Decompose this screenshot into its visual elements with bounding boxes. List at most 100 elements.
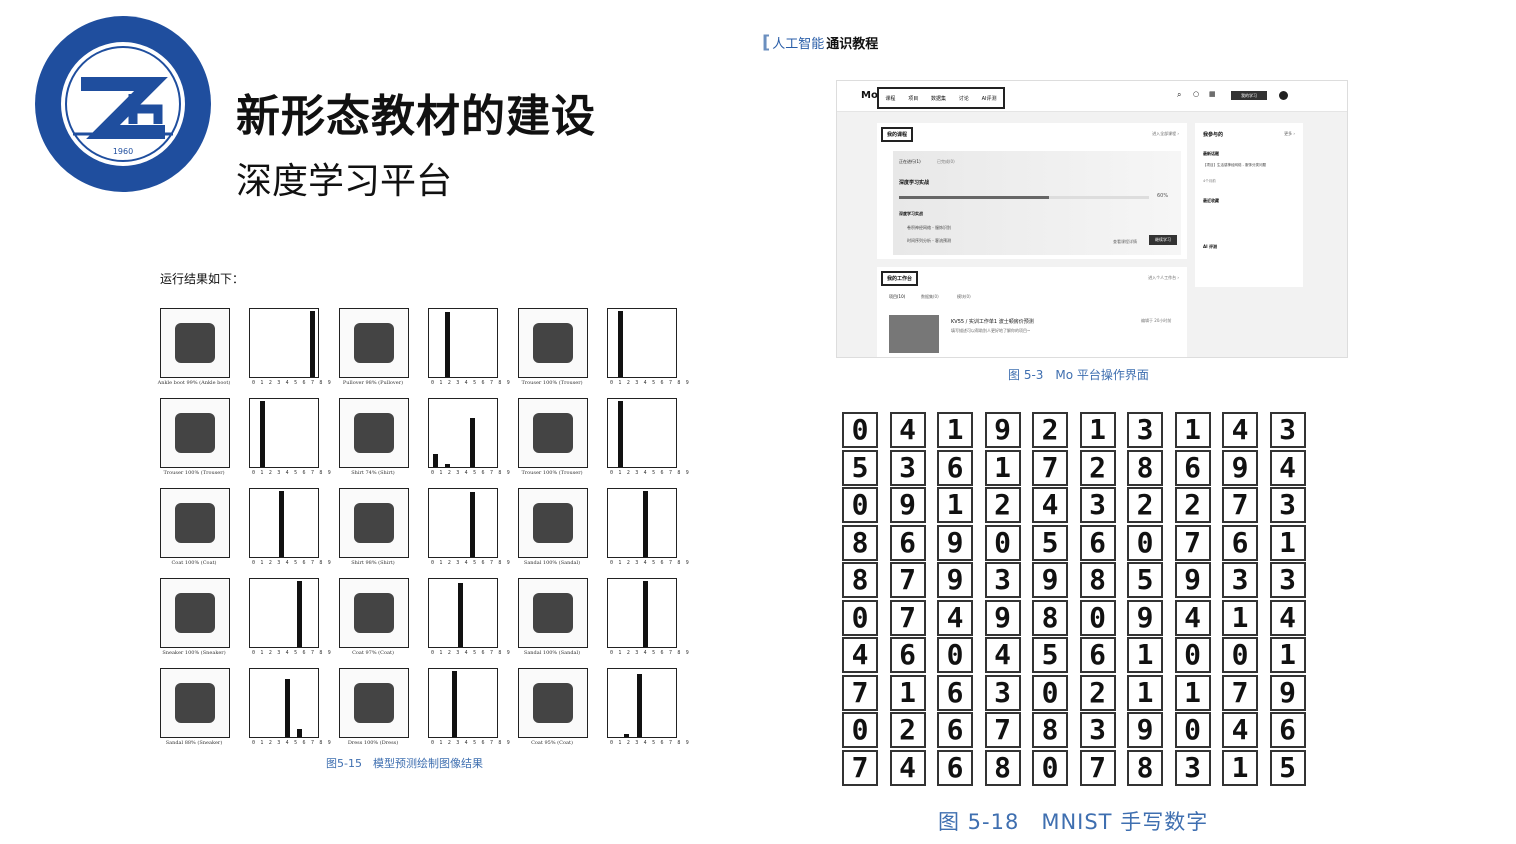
mnist-digit: 0 (842, 487, 878, 523)
fashion-image (339, 578, 409, 648)
mnist-digit: 2 (1127, 487, 1163, 523)
mnist-digit: 4 (889, 749, 926, 786)
tab-finished[interactable]: 已完成(0) (937, 159, 955, 165)
prediction-caption: Shirt 98% (Shirt) (351, 560, 395, 566)
lesson-2[interactable]: 时间序列分析 - 客流预测 (907, 238, 951, 244)
fashion-image (160, 398, 230, 468)
mnist-digit: 1 (889, 674, 926, 711)
enter-workbench[interactable]: 进入个人工作台 › (1148, 275, 1179, 281)
mnist-digit: 7 (1222, 487, 1258, 523)
nav-project[interactable]: 项目 (908, 95, 918, 102)
clothing-shape (533, 323, 573, 363)
mnist-digit: 9 (937, 562, 973, 598)
mnist-digit: 4 (1032, 487, 1068, 523)
side-note[interactable]: 【项目】生活感神经网络 - 服饰分类问题 (1203, 163, 1266, 168)
mnist-digit: 1 (1127, 674, 1163, 711)
mnist-digit: 0 (1174, 712, 1211, 748)
prediction-caption: Sneaker 100% (Sneaker) (162, 650, 226, 656)
search-icon[interactable]: ⌕ (1177, 90, 1181, 100)
mnist-digit: 8 (1079, 562, 1116, 598)
enter-all-courses[interactable]: 进入全部课程 › (1152, 131, 1179, 137)
mnist-digit: 5 (1269, 749, 1306, 786)
probability-bar (445, 463, 451, 467)
prediction-caption: Coat 95% (Coat) (531, 740, 573, 746)
probability-bar-chart (607, 668, 677, 738)
project-thumbnail (889, 315, 939, 353)
mnist-digit: 2 (1079, 449, 1116, 486)
avatar[interactable] (1279, 91, 1288, 100)
side-item-topics[interactable]: 最新话题 (1203, 151, 1219, 157)
mnist-digit: 4 (889, 412, 926, 448)
mnist-digit: 9 (984, 412, 1021, 448)
mnist-digit: 0 (1032, 749, 1068, 786)
tick-labels: 0 1 2 3 4 5 6 7 8 9 (431, 560, 511, 566)
mnist-digit: 4 (1174, 599, 1211, 636)
mnist-digit: 7 (984, 712, 1021, 748)
nav-ai-eval[interactable]: AI评测 (982, 95, 997, 102)
mnist-digit: 1 (937, 412, 973, 448)
mo-logo: Mo (861, 90, 878, 101)
bell-icon[interactable]: ○ (1193, 90, 1199, 98)
mnist-digit: 6 (937, 712, 973, 748)
my-study-button[interactable]: 我的学习 (1231, 91, 1267, 100)
wb-tab-module[interactable]: 模块(0) (957, 294, 971, 300)
fashion-image (518, 398, 588, 468)
wb-tab-project[interactable]: 项目(10) (889, 294, 905, 300)
tick-labels: 0 1 2 3 4 5 6 7 8 9 (252, 650, 332, 656)
lesson-1[interactable]: 卷积神经网络 - 服饰识别 (907, 225, 951, 231)
probability-bar (297, 581, 303, 647)
prediction-caption: Trouser 100% (Trouser) (521, 470, 583, 476)
grid-icon[interactable]: ▦ (1209, 90, 1216, 98)
project-desc: 填写描述可以帮助别人更好地了解你的项目~ (951, 328, 1031, 333)
side-item-ai-eval[interactable]: AI 评测 (1203, 244, 1217, 250)
prediction-caption: Shirt 74% (Shirt) (351, 470, 395, 476)
mnist-digit: 8 (1032, 712, 1068, 748)
tab-ongoing[interactable]: 正在进行(1) (899, 159, 921, 165)
mnist-digit: 9 (1174, 562, 1211, 598)
nav-course[interactable]: 课程 (885, 95, 895, 102)
clothing-shape (354, 503, 394, 543)
mnist-digit: 6 (937, 449, 973, 486)
probability-bar (285, 678, 290, 737)
clothing-shape (533, 683, 573, 723)
wb-tab-dataset[interactable]: 数据集(0) (921, 294, 939, 300)
clothing-shape (175, 683, 215, 723)
prediction-caption: Coat 97% (Coat) (352, 650, 394, 656)
course-name[interactable]: 深度学习实战 (899, 179, 929, 186)
mnist-digit: 2 (1032, 412, 1068, 448)
side-more[interactable]: 更多 › (1284, 131, 1295, 137)
workbench-title: 我的工作台 (881, 271, 919, 286)
clothing-shape (354, 323, 394, 363)
probability-bar (636, 674, 642, 737)
workbench-card: 我的工作台 进入个人工作台 › 项目(10) 数据集(0) 模块(0) KV55… (877, 267, 1187, 357)
mnist-digit: 3 (984, 562, 1021, 598)
mnist-digit: 4 (984, 637, 1021, 673)
project-title[interactable]: KV55 / 实训工作单1 波士顿房价预测 (951, 318, 1034, 325)
probability-bar-chart (249, 488, 319, 558)
mnist-digit: 5 (1127, 562, 1163, 598)
brand-part1: 人工智能 (772, 37, 825, 52)
tick-labels: 0 1 2 3 4 5 6 7 8 9 (252, 740, 332, 746)
nav-dataset[interactable]: 数据集 (931, 95, 946, 102)
mnist-digit: 1 (937, 487, 973, 523)
mnist-digit: 4 (1269, 599, 1306, 636)
fashion-image (160, 668, 230, 738)
continue-button[interactable]: 继续学习 (1149, 235, 1177, 245)
brand-part2: 通识教程 (826, 37, 879, 52)
mnist-digit: 7 (1174, 524, 1211, 561)
prediction-caption: Sandal 88% (Sneaker) (165, 740, 223, 746)
tick-labels: 0 1 2 3 4 5 6 7 8 9 (431, 470, 511, 476)
probability-bar (451, 671, 457, 737)
mnist-digit: 9 (937, 524, 973, 561)
side-item-favorites[interactable]: 最近收藏 (1203, 198, 1219, 204)
mnist-digit: 6 (937, 674, 973, 711)
probability-bar-chart (249, 398, 319, 468)
mnist-digit: 1 (1174, 412, 1211, 448)
view-detail-link[interactable]: 查看课程详情 (1113, 239, 1137, 245)
clothing-shape (175, 503, 215, 543)
mnist-digit: 7 (842, 749, 878, 786)
prediction-figure: Ankle boot 99% (Ankle boot) 0 1 2 3 4 5 6… (150, 266, 690, 776)
fashion-image (339, 398, 409, 468)
nav-discuss[interactable]: 讨论 (959, 95, 969, 102)
side-time: 4个月前 (1203, 179, 1216, 183)
